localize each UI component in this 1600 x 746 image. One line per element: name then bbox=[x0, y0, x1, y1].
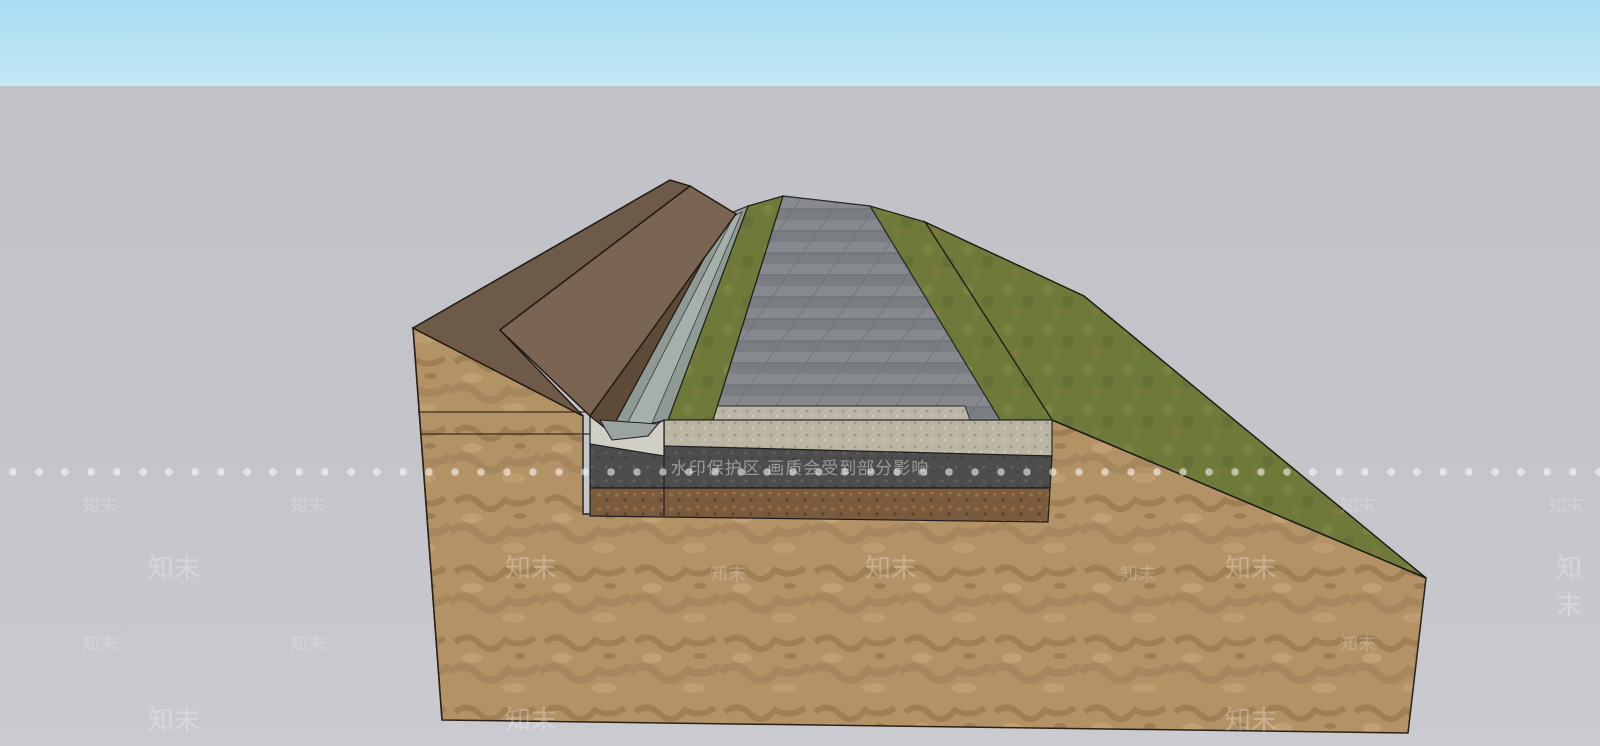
sketchup-viewport[interactable]: 水印保护区 画质会受到部分影响 知末 知末 知末 知末 知末 知末 知末 知末 … bbox=[0, 0, 1600, 746]
paving-edge bbox=[712, 405, 971, 421]
section-subgrade bbox=[589, 487, 1051, 523]
road-section-model[interactable] bbox=[0, 0, 1600, 746]
